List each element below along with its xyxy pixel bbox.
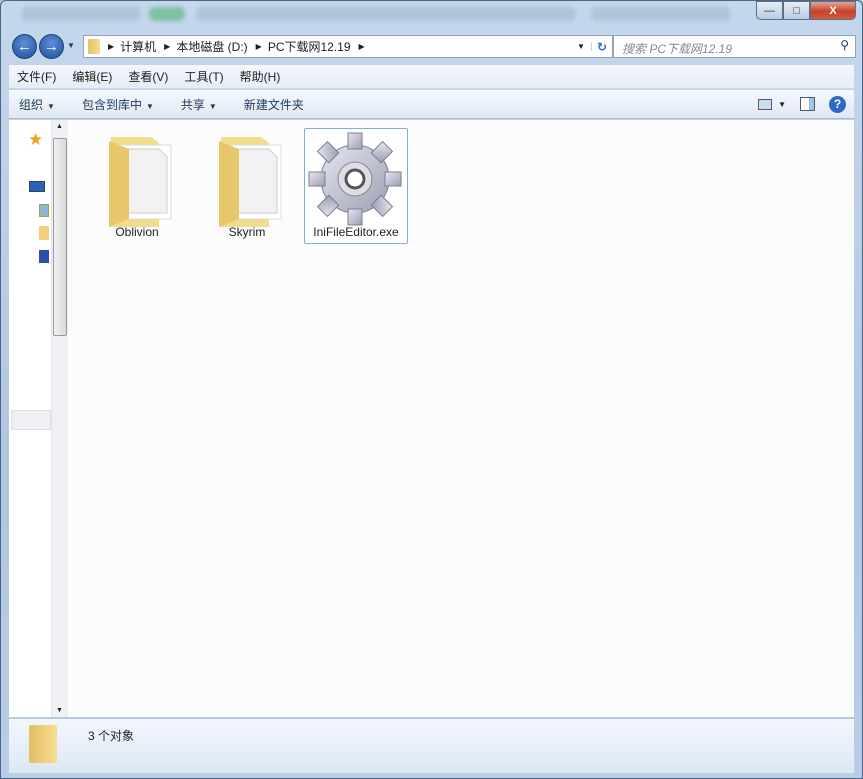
explorer-window: — □ X ← → ▼ ▶ 计算机 ▶ 本地磁盘 (D:) ▶ PC下载网12.… xyxy=(0,0,863,779)
file-name: Skyrim xyxy=(228,225,266,239)
chevron-right-icon[interactable]: ▶ xyxy=(108,42,114,51)
menu-edit[interactable]: 编辑(E) xyxy=(64,68,120,85)
content-area: ★ ▲ ▼ Oblivion Skyrim IniFileEditor.exe xyxy=(9,120,854,717)
gear-icon xyxy=(308,132,402,226)
address-bar[interactable]: ▶ 计算机 ▶ 本地磁盘 (D:) ▶ PC下载网12.19 ▶ ▼ ↻ xyxy=(83,35,613,58)
close-button[interactable]: X xyxy=(810,1,856,20)
navigation-bar: ← → ▼ ▶ 计算机 ▶ 本地磁盘 (D:) ▶ PC下载网12.19 ▶ ▼… xyxy=(9,33,856,59)
file-name: Oblivion xyxy=(115,225,159,239)
search-placeholder: 搜索 PC下载网12.19 xyxy=(622,42,733,56)
folder-icon xyxy=(29,725,57,763)
nav-pane-item[interactable] xyxy=(11,410,51,430)
share-button[interactable]: 共享 ▼ xyxy=(171,96,226,113)
folder-icon[interactable] xyxy=(39,226,49,240)
minimize-button[interactable]: — xyxy=(756,1,783,20)
desktop-icon[interactable] xyxy=(29,181,45,192)
file-name: IniFileEditor.exe xyxy=(313,225,399,239)
menu-tools[interactable]: 工具(T) xyxy=(176,68,231,85)
scroll-down-icon[interactable]: ▼ xyxy=(56,707,63,714)
back-button[interactable]: ← xyxy=(12,34,37,59)
menu-view[interactable]: 查看(V) xyxy=(120,68,176,85)
scroll-up-icon[interactable]: ▲ xyxy=(56,123,63,130)
folder-icon xyxy=(109,137,172,229)
help-icon[interactable]: ? xyxy=(829,95,846,113)
chevron-right-icon[interactable]: ▶ xyxy=(164,42,170,51)
folder-icon xyxy=(88,39,100,54)
new-folder-button[interactable]: 新建文件夹 xyxy=(234,96,313,113)
chevron-right-icon[interactable]: ▶ xyxy=(359,42,365,51)
file-item-inifileeditor[interactable]: IniFileEditor.exe xyxy=(304,128,408,244)
nav-pane-scrollbar[interactable]: ▲ ▼ xyxy=(51,120,68,717)
breadcrumb-folder[interactable]: PC下载网12.19 xyxy=(268,38,351,55)
navigation-pane: ★ xyxy=(9,120,51,717)
file-item-skyrim[interactable]: Skyrim xyxy=(195,128,299,244)
chevron-right-icon[interactable]: ▶ xyxy=(256,42,262,51)
scrollbar-thumb[interactable] xyxy=(53,138,67,336)
favorites-star-icon[interactable]: ★ xyxy=(28,130,43,150)
maximize-button[interactable]: □ xyxy=(783,1,810,20)
address-dropdown-icon[interactable]: ▼ xyxy=(571,42,592,51)
computer-icon[interactable] xyxy=(39,250,49,263)
file-item-oblivion[interactable]: Oblivion xyxy=(85,128,189,244)
status-bar: 3 个对象 xyxy=(9,718,854,773)
library-icon[interactable] xyxy=(39,204,49,217)
view-dropdown-icon[interactable]: ▼ xyxy=(778,100,786,109)
include-library-button[interactable]: 包含到库中 ▼ xyxy=(72,96,163,113)
preview-pane-icon[interactable] xyxy=(800,97,815,111)
item-count: 3 个对象 xyxy=(88,729,135,743)
breadcrumb-computer[interactable]: 计算机 xyxy=(120,38,156,55)
refresh-icon[interactable]: ↻ xyxy=(592,40,612,54)
organize-button[interactable]: 组织 ▼ xyxy=(9,96,64,113)
title-bar: — □ X xyxy=(1,1,862,31)
breadcrumb-drive[interactable]: 本地磁盘 (D:) xyxy=(176,38,247,55)
menu-help[interactable]: 帮助(H) xyxy=(232,68,289,85)
view-options-icon[interactable] xyxy=(758,98,773,110)
menu-file[interactable]: 文件(F) xyxy=(9,68,64,85)
search-input[interactable]: 搜索 PC下载网12.19 ⚲ xyxy=(613,35,856,58)
search-icon[interactable]: ⚲ xyxy=(840,38,849,52)
recent-pages-chevron-icon[interactable]: ▼ xyxy=(67,41,75,50)
folder-icon xyxy=(219,137,282,229)
forward-button[interactable]: → xyxy=(39,34,64,59)
command-bar: 组织 ▼ 包含到库中 ▼ 共享 ▼ 新建文件夹 ▼ ? xyxy=(9,90,854,119)
menu-bar: 文件(F) 编辑(E) 查看(V) 工具(T) 帮助(H) xyxy=(9,65,854,89)
